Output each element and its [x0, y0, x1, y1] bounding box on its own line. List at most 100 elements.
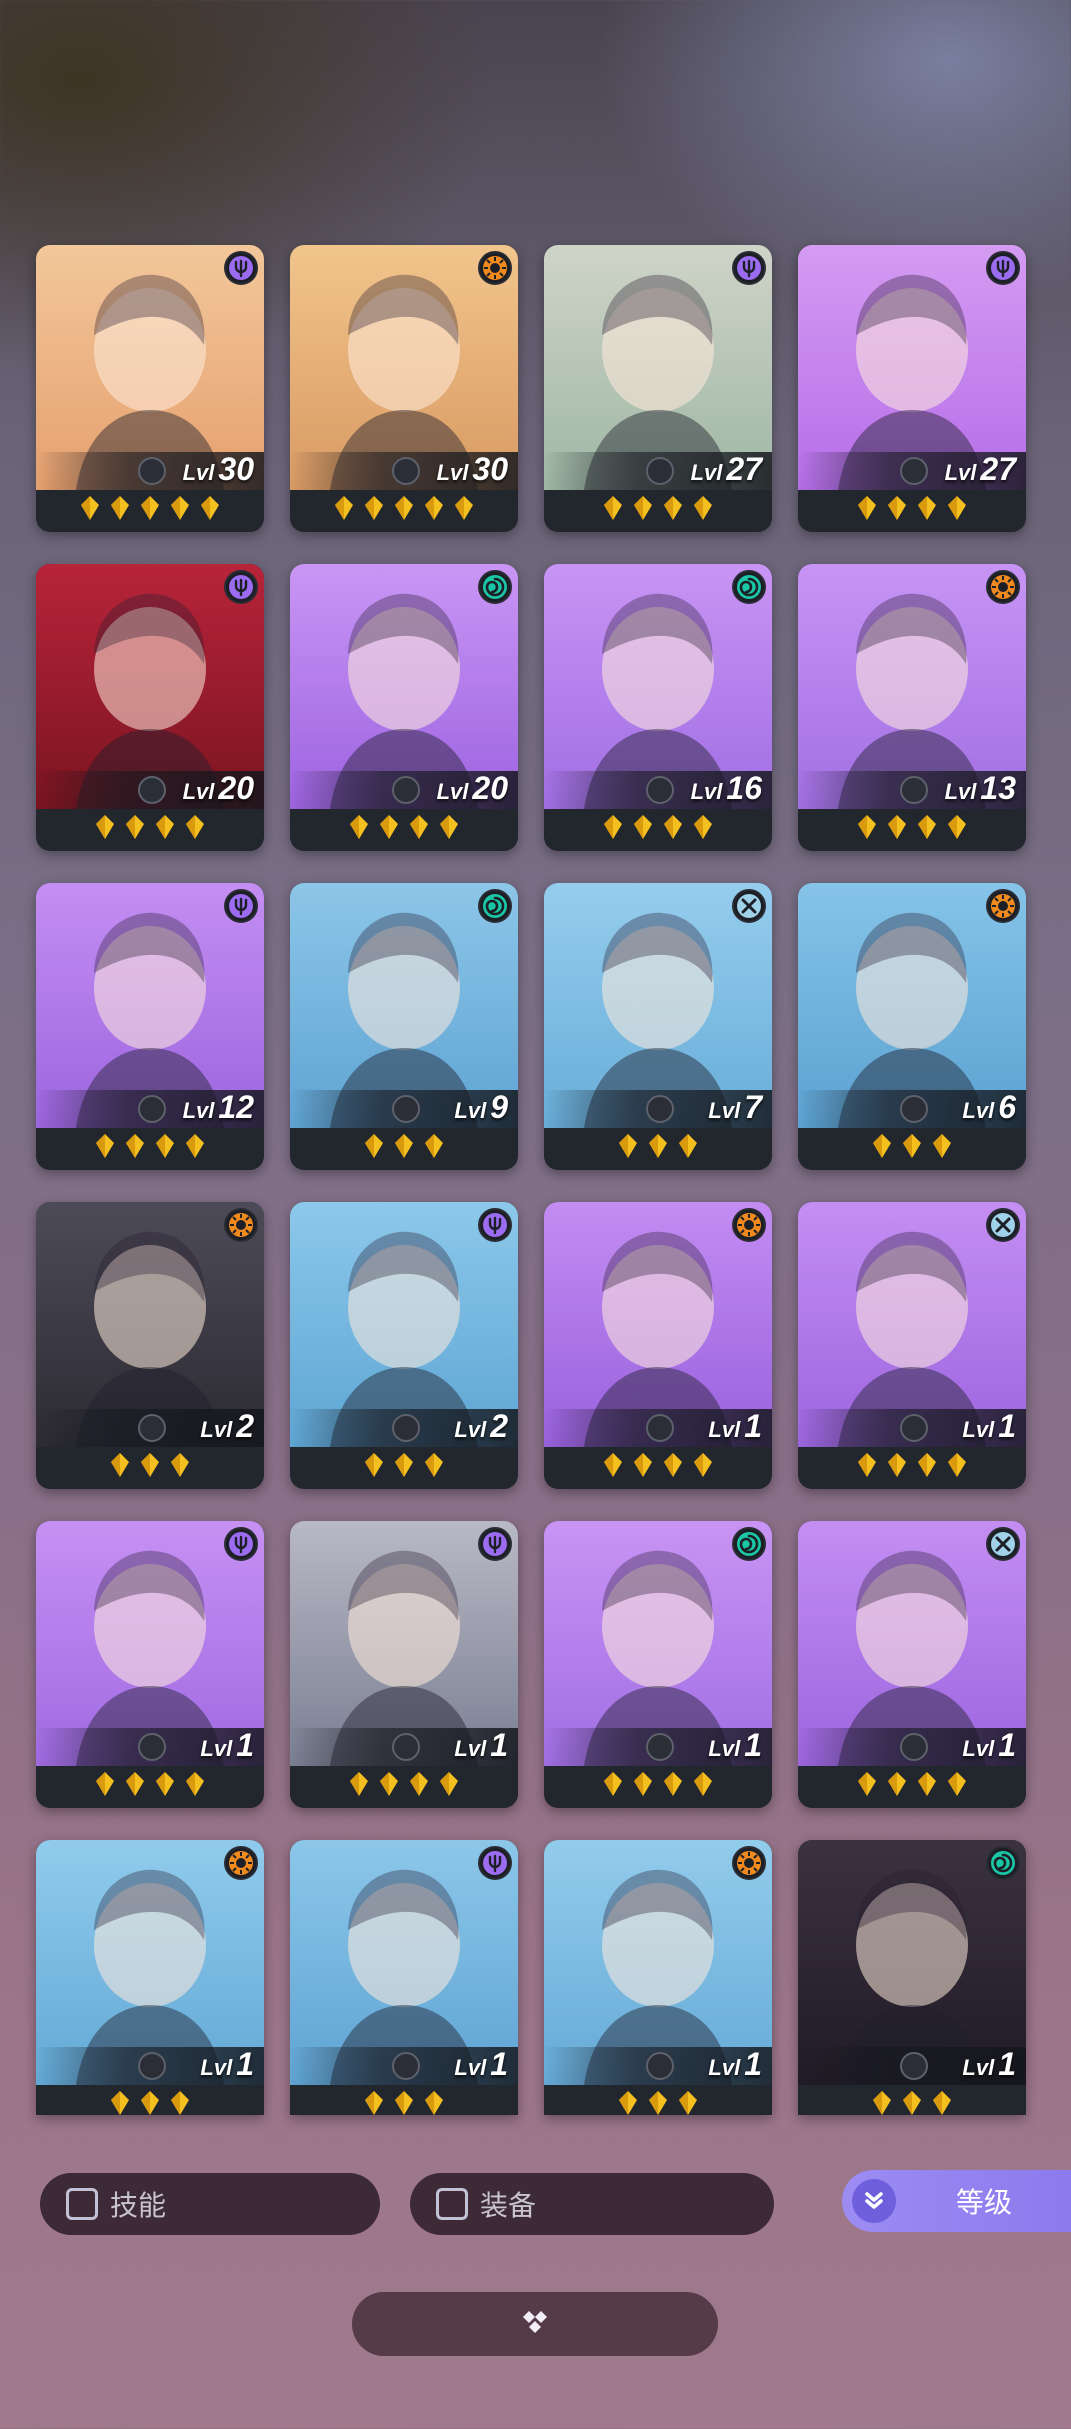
equipment-filter[interactable]: 装备 — [410, 2173, 774, 2235]
skill-filter-label: 技能 — [110, 2190, 167, 2221]
star-icon — [169, 2090, 191, 2115]
star-icon — [662, 1771, 684, 1797]
hero-card[interactable]: Lvl 20 — [36, 564, 264, 851]
skill-filter[interactable]: 技能 — [40, 2173, 380, 2235]
star-icon — [677, 1133, 699, 1159]
sun-faction-icon — [224, 1846, 258, 1880]
psi-faction-icon — [478, 1208, 512, 1242]
hero-card[interactable]: Lvl 7 — [544, 883, 772, 1170]
star-icon — [856, 1771, 878, 1797]
hero-card[interactable]: Lvl 30 — [36, 245, 264, 532]
star-icon — [154, 1771, 176, 1797]
psi-faction-icon — [224, 570, 258, 604]
level-number: 7 — [744, 1089, 762, 1125]
star-rating — [798, 2090, 1026, 2115]
hero-card[interactable]: Lvl 1 — [544, 1840, 772, 2115]
star-icon — [692, 495, 714, 521]
skill-filter-checkbox[interactable] — [66, 2188, 98, 2220]
star-icon — [901, 2090, 923, 2115]
star-rating — [290, 814, 518, 840]
level-number: 30 — [218, 451, 254, 487]
star-icon — [632, 495, 654, 521]
level-gear-icon — [646, 2052, 674, 2080]
hero-grid: Lvl 30 Lvl 30 Lvl 27 Lvl 27 Lvl 20 Lvl 2… — [36, 245, 1036, 2115]
star-icon — [946, 495, 968, 521]
star-icon — [333, 495, 355, 521]
star-rating — [544, 2090, 772, 2115]
star-icon — [647, 2090, 669, 2115]
star-icon — [931, 2090, 953, 2115]
star-icon — [154, 1133, 176, 1159]
sun-faction-icon — [986, 570, 1020, 604]
level-gear-icon — [138, 1095, 166, 1123]
hero-card[interactable]: Lvl 1 — [798, 1521, 1026, 1808]
hero-card[interactable]: Lvl 27 — [798, 245, 1026, 532]
star-rating — [544, 1133, 772, 1159]
star-icon — [856, 1452, 878, 1478]
level-gear-icon — [646, 1095, 674, 1123]
level-number: 1 — [744, 2046, 762, 2082]
level-gear-icon — [646, 1733, 674, 1761]
star-icon — [602, 1452, 624, 1478]
sun-faction-icon — [732, 1846, 766, 1880]
star-icon — [408, 814, 430, 840]
star-icon — [871, 2090, 893, 2115]
collapse-button[interactable] — [352, 2292, 718, 2356]
hero-level: Lvl 1 — [454, 2046, 508, 2083]
level-prefix: Lvl — [200, 1736, 233, 1761]
level-prefix: Lvl — [182, 1098, 215, 1123]
level-prefix: Lvl — [944, 779, 977, 804]
level-prefix: Lvl — [690, 779, 723, 804]
chevron-double-down-icon — [852, 2179, 896, 2223]
star-icon — [662, 495, 684, 521]
hero-card[interactable]: Lvl 1 — [36, 1840, 264, 2115]
star-rating — [290, 1771, 518, 1797]
level-gear-icon — [646, 776, 674, 804]
psi-faction-icon — [732, 251, 766, 285]
hero-card[interactable]: Lvl 13 — [798, 564, 1026, 851]
star-icon — [916, 814, 938, 840]
hero-card[interactable]: Lvl 1 — [544, 1202, 772, 1489]
hero-level: Lvl 7 — [708, 1089, 762, 1126]
hero-card[interactable]: Lvl 1 — [290, 1840, 518, 2115]
level-gear-icon — [900, 457, 928, 485]
hero-level: Lvl 1 — [200, 2046, 254, 2083]
hero-level: Lvl 1 — [962, 1727, 1016, 1764]
hero-card[interactable]: Lvl 1 — [544, 1521, 772, 1808]
level-gear-icon — [138, 776, 166, 804]
star-icon — [124, 1771, 146, 1797]
hero-card[interactable]: Lvl 1 — [798, 1840, 1026, 2115]
level-number: 2 — [236, 1408, 254, 1444]
star-icon — [139, 1452, 161, 1478]
hero-card[interactable]: Lvl 20 — [290, 564, 518, 851]
level-number: 1 — [490, 1727, 508, 1763]
hero-card[interactable]: Lvl 12 — [36, 883, 264, 1170]
level-gear-icon — [392, 2052, 420, 2080]
star-icon — [393, 2090, 415, 2115]
level-prefix: Lvl — [962, 1098, 995, 1123]
star-rating — [36, 1133, 264, 1159]
hero-card[interactable]: Lvl 2 — [36, 1202, 264, 1489]
sort-level-button[interactable]: 等级 — [842, 2170, 1071, 2232]
hero-card[interactable]: Lvl 16 — [544, 564, 772, 851]
hero-card[interactable]: Lvl 30 — [290, 245, 518, 532]
star-icon — [169, 495, 191, 521]
equipment-filter-checkbox[interactable] — [436, 2188, 468, 2220]
hero-card[interactable]: Lvl 27 — [544, 245, 772, 532]
hero-level: Lvl 27 — [945, 451, 1016, 488]
hero-card[interactable]: Lvl 1 — [798, 1202, 1026, 1489]
sun-faction-icon — [224, 1208, 258, 1242]
star-icon — [79, 495, 101, 521]
hero-card[interactable]: Lvl 1 — [290, 1521, 518, 1808]
level-gear-icon — [900, 1733, 928, 1761]
star-icon — [363, 2090, 385, 2115]
star-icon — [169, 1452, 191, 1478]
sort-label: 等级 — [956, 2187, 1013, 2218]
star-icon — [632, 1452, 654, 1478]
hero-level: Lvl 1 — [454, 1727, 508, 1764]
hero-card[interactable]: Lvl 6 — [798, 883, 1026, 1170]
hero-card[interactable]: Lvl 1 — [36, 1521, 264, 1808]
hero-card[interactable]: Lvl 2 — [290, 1202, 518, 1489]
hero-card[interactable]: Lvl 9 — [290, 883, 518, 1170]
star-rating — [544, 1452, 772, 1478]
